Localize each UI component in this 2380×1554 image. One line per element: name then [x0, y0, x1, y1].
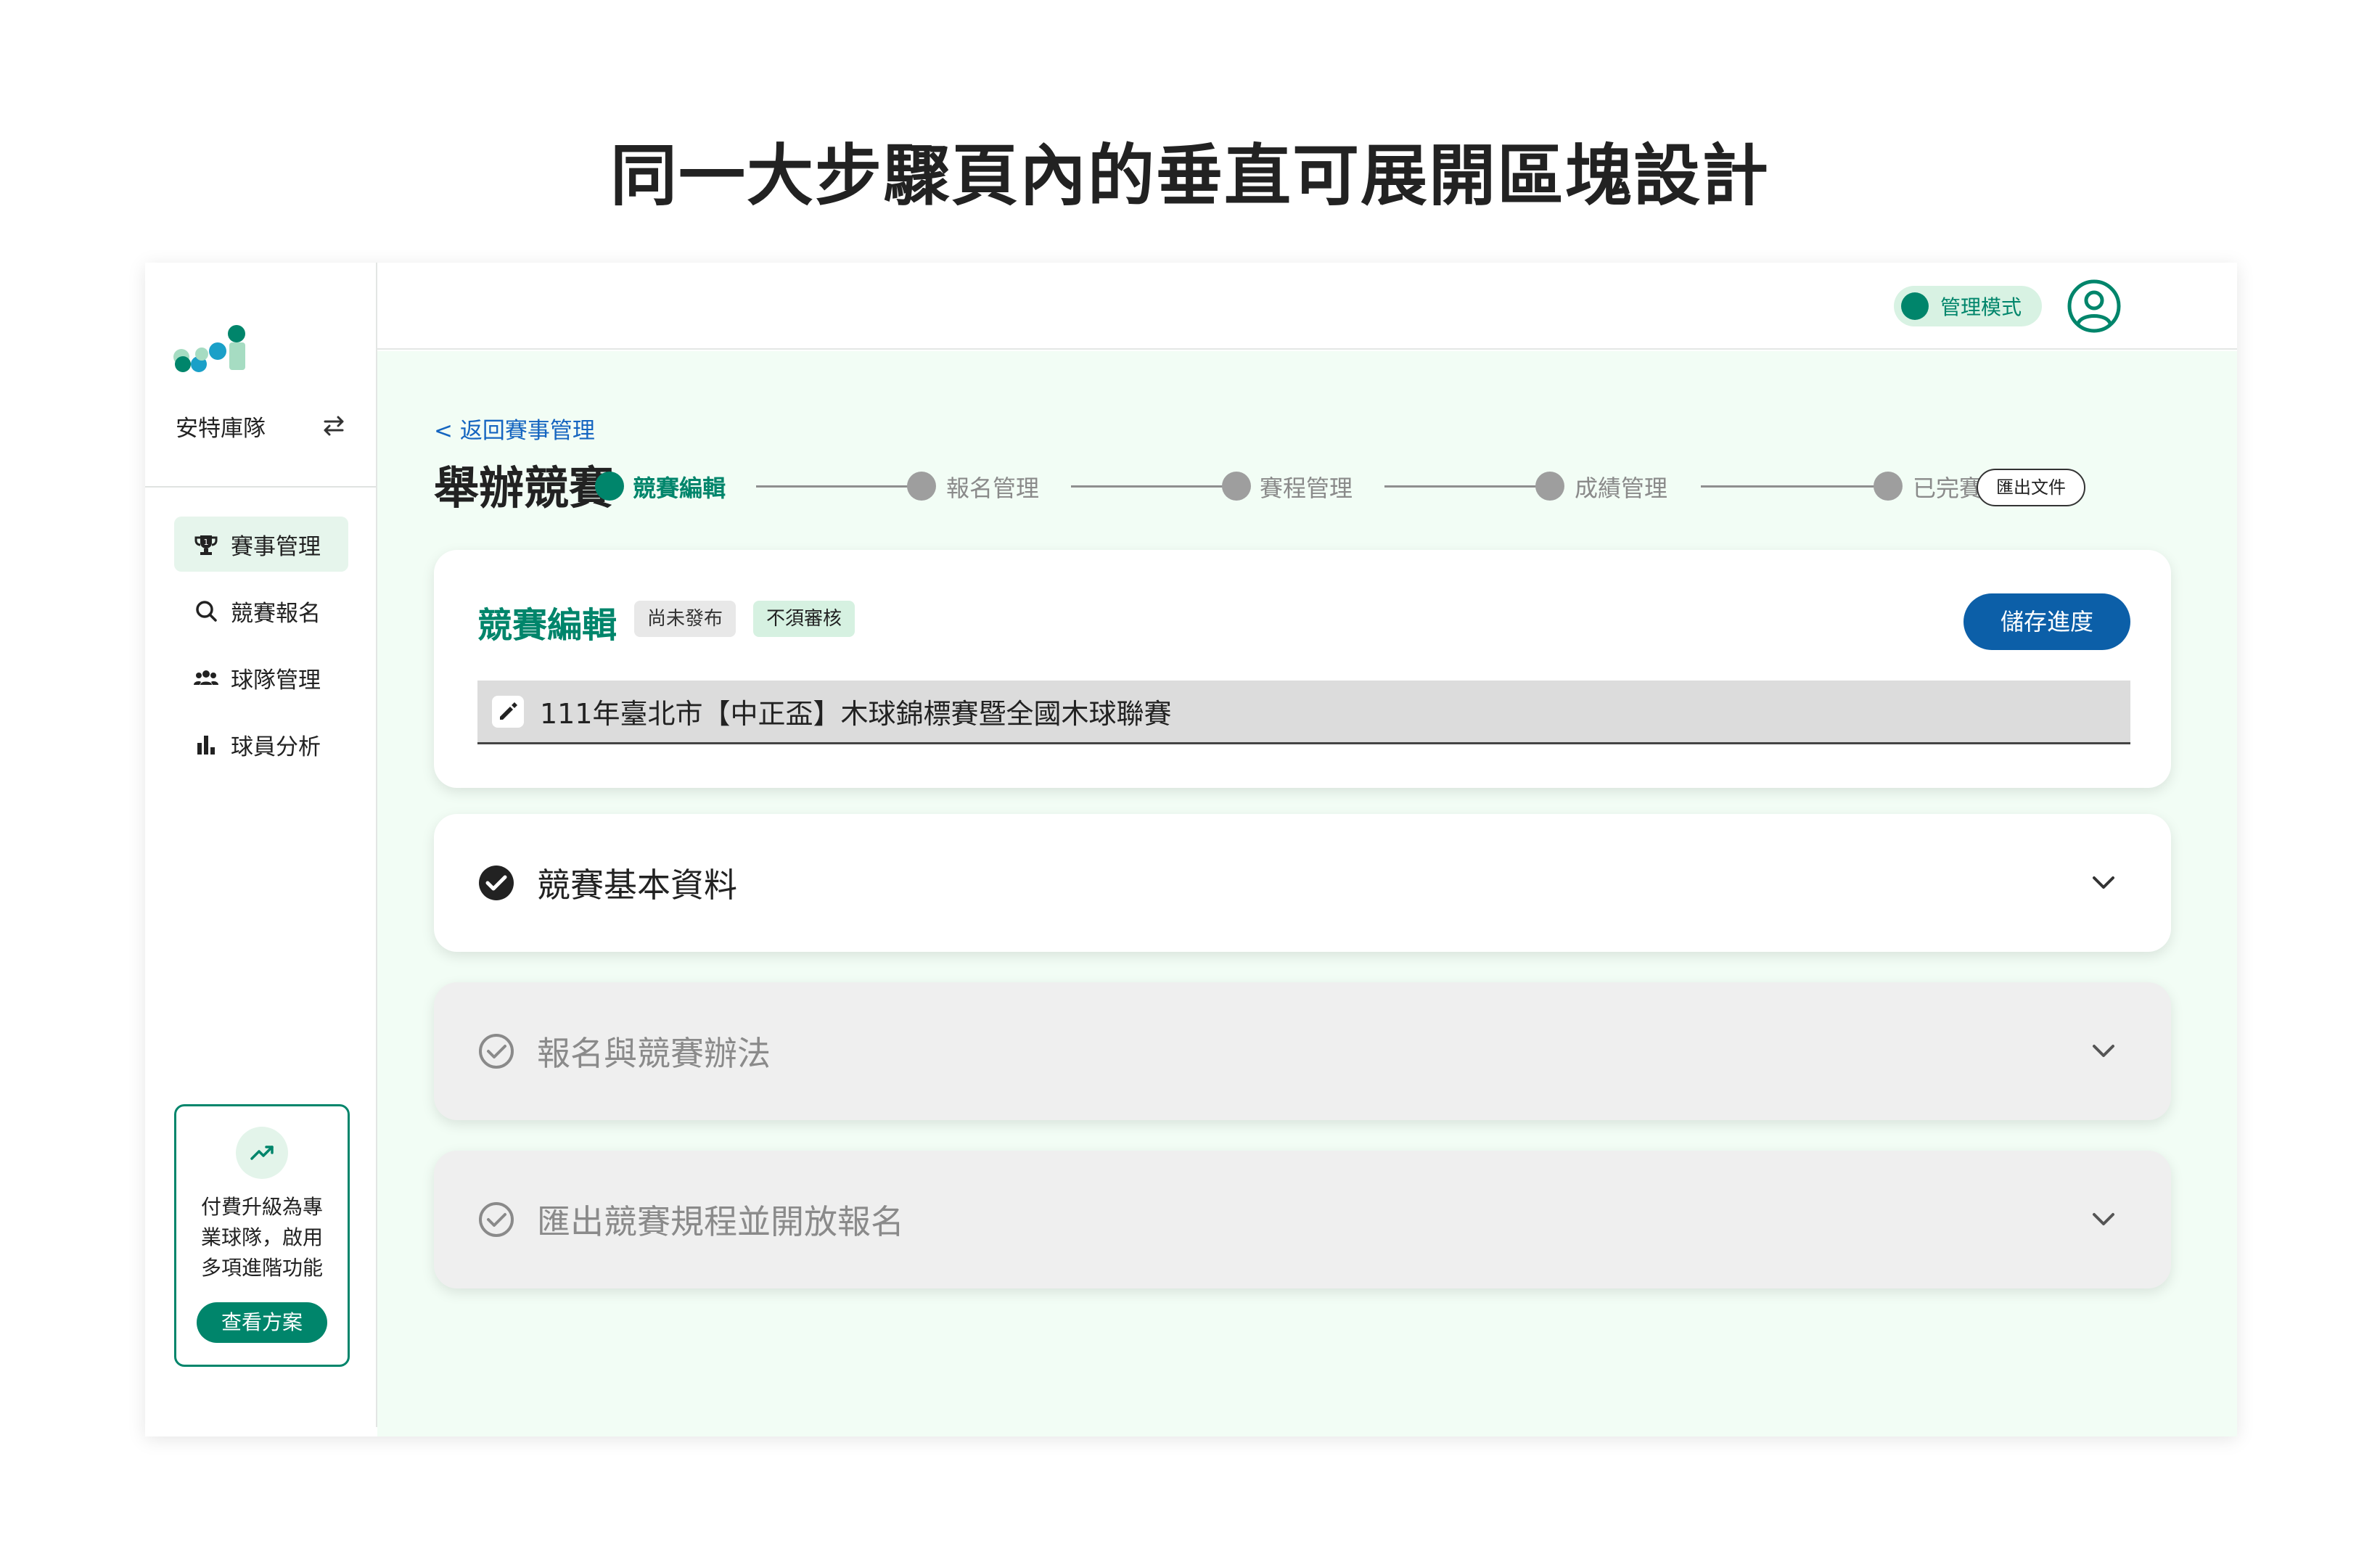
- step-dot: [1874, 472, 1903, 501]
- user-avatar-icon[interactable]: [2067, 279, 2122, 334]
- section-label: 報名與競賽辦法: [537, 1034, 771, 1073]
- step-dot: [907, 472, 936, 501]
- step-label[interactable]: 成績管理: [1575, 470, 1667, 503]
- progress-stepper: 競賽編輯 報名管理 賽程管理 成績管理 已完賽 匯出文件: [377, 351, 2237, 569]
- mode-indicator-dot: [1901, 292, 1929, 320]
- check-circle-outline-icon: [479, 1202, 514, 1237]
- search-icon: [192, 596, 221, 625]
- check-circle-outline-icon: [479, 1034, 514, 1069]
- step-label[interactable]: 競賽編輯: [633, 470, 726, 503]
- sidebar-nav: 1 賽事管理 競賽報名 球隊管理 球員分析: [174, 517, 348, 784]
- export-document-button[interactable]: 匯出文件: [1977, 469, 2085, 506]
- app-window: 安特庫隊 1 賽事管理 競賽報名 球隊管理 球員分析 付費升級為專 業球隊，啟用…: [145, 263, 2237, 1436]
- step-connector: [1701, 485, 1882, 488]
- swap-icon[interactable]: [318, 410, 350, 442]
- step-connector: [1384, 485, 1537, 488]
- admin-mode-toggle[interactable]: 管理模式: [1894, 286, 2042, 326]
- sidebar: 安特庫隊 1 賽事管理 競賽報名 球隊管理 球員分析 付費升級為專 業球隊，啟用…: [145, 263, 377, 1427]
- logo-icon: [173, 325, 245, 372]
- section-registration-rules[interactable]: 報名與競賽辦法: [434, 982, 2171, 1120]
- step-connector: [756, 485, 908, 488]
- bar-chart-icon: [192, 730, 221, 759]
- section-export-and-open-registration[interactable]: 匯出競賽規程並開放報名: [434, 1151, 2171, 1288]
- sidebar-item-competition-registration[interactable]: 競賽報名: [174, 583, 348, 638]
- status-badge-unpublished: 尚未發布: [634, 601, 736, 637]
- check-circle-filled-icon: [479, 866, 514, 900]
- sidebar-item-label: 球隊管理: [231, 667, 321, 694]
- status-badge-no-review: 不須審核: [753, 601, 855, 637]
- sidebar-item-player-analysis[interactable]: 球員分析: [174, 717, 348, 772]
- upgrade-text-line: 付費升級為專: [200, 1195, 323, 1219]
- sidebar-item-team-management[interactable]: 球隊管理: [174, 650, 348, 705]
- step-connector: [1071, 485, 1223, 488]
- upgrade-text: 付費升級為專 業球隊，啟用 多項進階功能: [186, 1192, 337, 1283]
- sidebar-item-label: 賽事管理: [231, 533, 321, 560]
- upgrade-text-line: 多項進階功能: [200, 1256, 323, 1280]
- step-label[interactable]: 已完賽: [1913, 470, 1982, 503]
- svg-text:1: 1: [204, 538, 209, 547]
- competition-edit-card: 競賽編輯 尚未發布 不須審核 儲存進度 111年臺北市【中正盃】木球錦標賽暨全國…: [434, 550, 2171, 788]
- sidebar-item-label: 競賽報名: [231, 600, 321, 627]
- sidebar-divider: [145, 486, 376, 488]
- chevron-down-icon[interactable]: [2087, 1035, 2120, 1068]
- sidebar-item-event-management[interactable]: 1 賽事管理: [174, 517, 348, 572]
- pencil-icon: [492, 695, 524, 728]
- section-label: 匯出競賽規程並開放報名: [537, 1202, 904, 1241]
- topbar: 管理模式: [377, 263, 2237, 350]
- step-label[interactable]: 賽程管理: [1260, 470, 1353, 503]
- chevron-down-icon[interactable]: [2087, 866, 2120, 900]
- team-name: 安特庫隊: [176, 415, 266, 442]
- upgrade-card: 付費升級為專 業球隊，啟用 多項進階功能 查看方案: [174, 1104, 350, 1367]
- team-switcher[interactable]: 安特庫隊: [176, 408, 350, 444]
- competition-name-value: 111年臺北市【中正盃】木球錦標賽暨全國木球聯賽: [540, 698, 1172, 730]
- step-dot: [1222, 472, 1251, 501]
- sidebar-item-label: 球員分析: [231, 733, 321, 760]
- main-content: < 返回賽事管理 舉辦競賽 競賽編輯 報名管理 賽程管理 成績管理 已完賽 匯出…: [377, 351, 2237, 1436]
- chevron-down-icon[interactable]: [2087, 1203, 2120, 1236]
- section-basic-info[interactable]: 競賽基本資料: [434, 814, 2171, 952]
- edit-card-title: 競賽編輯: [477, 605, 617, 646]
- trending-up-icon: [236, 1127, 288, 1179]
- competition-name-field[interactable]: 111年臺北市【中正盃】木球錦標賽暨全國木球聯賽: [477, 681, 2130, 744]
- page-heading: 同一大步驟頁內的垂直可展開區塊設計: [610, 137, 1770, 215]
- step-label[interactable]: 報名管理: [946, 470, 1039, 503]
- step-dot: [1535, 472, 1564, 501]
- section-label: 競賽基本資料: [537, 866, 737, 905]
- save-progress-button[interactable]: 儲存進度: [1964, 593, 2130, 650]
- trophy-icon: 1: [192, 530, 221, 559]
- mode-label: 管理模式: [1940, 295, 2022, 319]
- upgrade-text-line: 業球隊，啟用: [200, 1225, 323, 1249]
- step-dot: [595, 472, 624, 501]
- view-plans-button[interactable]: 查看方案: [197, 1302, 327, 1343]
- group-icon: [192, 663, 221, 692]
